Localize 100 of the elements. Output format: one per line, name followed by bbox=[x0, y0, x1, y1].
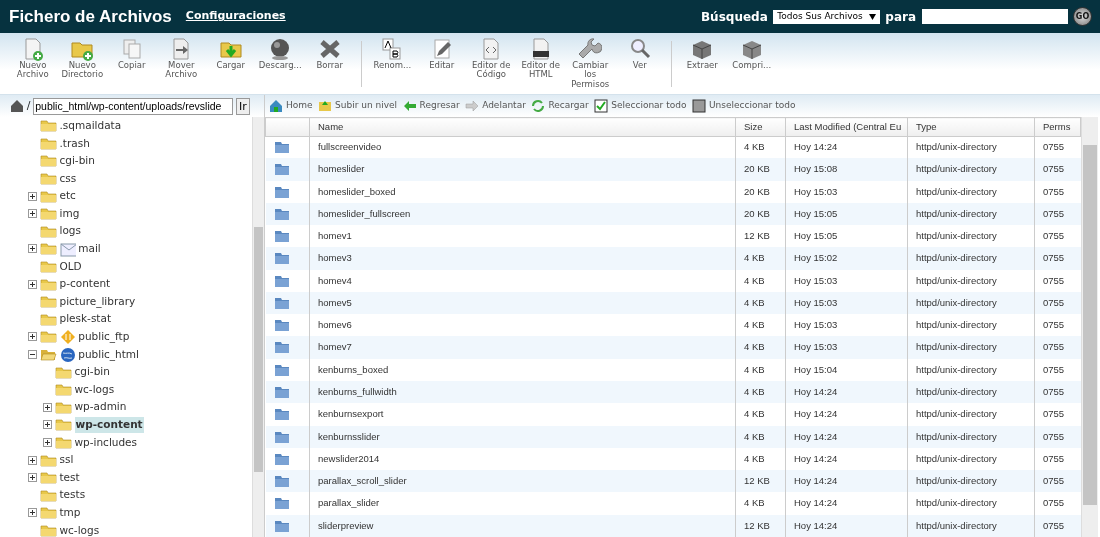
table-cell: 0755 bbox=[1034, 514, 1081, 537]
tree-item[interactable]: .trash bbox=[59, 135, 90, 152]
expand-toggle[interactable] bbox=[28, 244, 37, 254]
tree-item[interactable]: img bbox=[59, 205, 80, 222]
toolbar-button[interactable]: Cargar bbox=[208, 37, 253, 71]
expand-toggle[interactable] bbox=[28, 279, 37, 289]
column-header[interactable]: Last Modified (Central Eu bbox=[785, 117, 908, 137]
home-icon bbox=[269, 99, 283, 113]
toolbar-button[interactable]: Compri... bbox=[729, 37, 774, 71]
table-cell: homeslider_fullscreen bbox=[309, 202, 736, 226]
toolbar-button[interactable]: Editor de Código bbox=[469, 37, 514, 80]
tree-item[interactable]: wc-logs bbox=[59, 522, 100, 537]
go-button[interactable]: Ir bbox=[235, 97, 250, 115]
toolbar-button[interactable]: Nuevo Directorio bbox=[60, 37, 105, 80]
expand-toggle[interactable] bbox=[28, 332, 37, 342]
toolbar-link[interactable]: Subir un nivel bbox=[318, 99, 398, 113]
toolbar-button[interactable]: Mover Archivo bbox=[159, 37, 204, 80]
tree-item[interactable]: test bbox=[59, 469, 80, 486]
expand-toggle[interactable] bbox=[43, 402, 52, 412]
table-cell: 0755 bbox=[1034, 180, 1081, 203]
expand-toggle[interactable] bbox=[28, 508, 37, 518]
folder-icon bbox=[39, 119, 57, 133]
tree-item[interactable]: OLD bbox=[59, 258, 82, 275]
toolbar-button[interactable]: Nuevo Archivo bbox=[10, 37, 55, 80]
tree-item[interactable]: public_html bbox=[78, 346, 139, 363]
folder-icon bbox=[39, 136, 57, 150]
go-button[interactable]: GO bbox=[1073, 7, 1092, 26]
toolbar-link[interactable]: Adelantar bbox=[465, 99, 526, 113]
toolbar-link[interactable]: Home bbox=[269, 99, 313, 113]
search-label: Búsqueda bbox=[700, 8, 768, 26]
tree-item[interactable]: cgi-bin bbox=[74, 364, 110, 380]
tree-item[interactable]: .sqmaildata bbox=[59, 117, 122, 134]
toolbar-button[interactable]: Descarg... bbox=[258, 37, 303, 71]
settings-link[interactable]: Configuraciones bbox=[185, 8, 286, 25]
toolbar-button[interactable]: Cambiar los Permisos bbox=[568, 37, 613, 90]
tree-item[interactable]: etc bbox=[59, 188, 76, 205]
table-cell: 0755 bbox=[1034, 425, 1081, 448]
scope-dropdown[interactable]: Todos Sus Archivos bbox=[773, 9, 880, 24]
expand-toggle[interactable] bbox=[43, 438, 52, 447]
table-cell: Hoy 14:24 bbox=[785, 403, 908, 426]
collapse-toggle[interactable] bbox=[28, 350, 37, 359]
tree-item[interactable]: tests bbox=[59, 487, 86, 504]
tree-item[interactable]: wp-includes bbox=[74, 434, 138, 451]
toolbar-link[interactable]: Recargar bbox=[531, 99, 589, 113]
toolbar-link[interactable]: Unseleccionar todo bbox=[691, 99, 796, 113]
tree-item[interactable]: picture_library bbox=[59, 293, 136, 310]
tree-item[interactable]: plesk-stat bbox=[59, 311, 112, 328]
table-cell: 20 KB bbox=[735, 180, 786, 203]
tree-item[interactable]: tmp bbox=[59, 505, 81, 521]
filled-box-icon bbox=[691, 99, 706, 113]
table-cell: httpd/unix-directory bbox=[907, 381, 1035, 404]
tree-item[interactable]: cgi-bin bbox=[59, 153, 95, 169]
scrollbar[interactable] bbox=[1081, 117, 1098, 537]
folder-icon bbox=[39, 189, 57, 203]
expand-toggle[interactable] bbox=[28, 191, 37, 201]
column-header[interactable]: Type bbox=[907, 117, 1035, 137]
expand-toggle[interactable] bbox=[28, 209, 37, 219]
table-cell: Hoy 15:03 bbox=[785, 180, 908, 203]
toolbar-button[interactable]: Extraer bbox=[680, 37, 725, 71]
table-cell: homev4 bbox=[309, 269, 736, 292]
column-header[interactable]: Perms bbox=[1034, 117, 1081, 137]
tree-item[interactable]: mail bbox=[78, 241, 101, 257]
column-header[interactable]: Size bbox=[735, 117, 786, 137]
column-header[interactable]: Name bbox=[309, 117, 736, 137]
expand-toggle[interactable] bbox=[43, 420, 52, 430]
for-label: para bbox=[885, 8, 916, 26]
table-cell: httpd/unix-directory bbox=[907, 291, 1035, 315]
toolbar-button[interactable]: Ver bbox=[617, 37, 662, 71]
tree-item[interactable]: logs bbox=[59, 223, 81, 240]
toolbar-button[interactable]: Editor de HTML bbox=[518, 37, 563, 80]
folder-icon bbox=[273, 363, 290, 377]
folder-icon bbox=[54, 365, 72, 379]
tree-item[interactable]: wc-logs bbox=[74, 381, 115, 398]
toolbar-link[interactable]: Regresar bbox=[402, 99, 460, 113]
search-field[interactable] bbox=[921, 9, 1068, 24]
expand-toggle[interactable] bbox=[28, 473, 37, 483]
toolbar-button[interactable]: Borrar bbox=[307, 37, 352, 71]
table-cell: httpd/unix-directory bbox=[907, 202, 1035, 226]
folder-icon bbox=[273, 185, 290, 199]
table-cell: Hoy 15:03 bbox=[785, 336, 908, 359]
tree-item[interactable]: p-content bbox=[59, 276, 111, 292]
toolbar-button[interactable]: Editar bbox=[419, 37, 464, 71]
tree-item[interactable]: wp-content bbox=[74, 417, 144, 433]
table-cell: 4 KB bbox=[735, 492, 786, 515]
folder-icon bbox=[273, 430, 290, 444]
toolbar-button[interactable]: Copiar bbox=[109, 37, 154, 71]
tree-item[interactable]: public_ftp bbox=[78, 329, 130, 345]
scrollbar[interactable] bbox=[252, 117, 264, 537]
table-cell: Hoy 14:24 bbox=[785, 514, 908, 537]
diamond-icon bbox=[59, 328, 76, 345]
toolbar-link[interactable]: Seleccionar todo bbox=[594, 99, 687, 113]
folder-icon bbox=[273, 141, 290, 155]
table-cell: httpd/unix-directory bbox=[907, 269, 1035, 292]
tree-item[interactable]: css bbox=[59, 170, 77, 187]
expand-toggle[interactable] bbox=[28, 455, 37, 465]
path-field[interactable]: public_html/wp-content/uploads/revslide bbox=[33, 97, 234, 115]
tree-item[interactable]: ssl bbox=[59, 452, 74, 468]
tree-item[interactable]: wp-admin bbox=[74, 399, 127, 416]
toolbar-button[interactable]: Renom... bbox=[370, 37, 415, 71]
folder-icon bbox=[273, 385, 290, 399]
